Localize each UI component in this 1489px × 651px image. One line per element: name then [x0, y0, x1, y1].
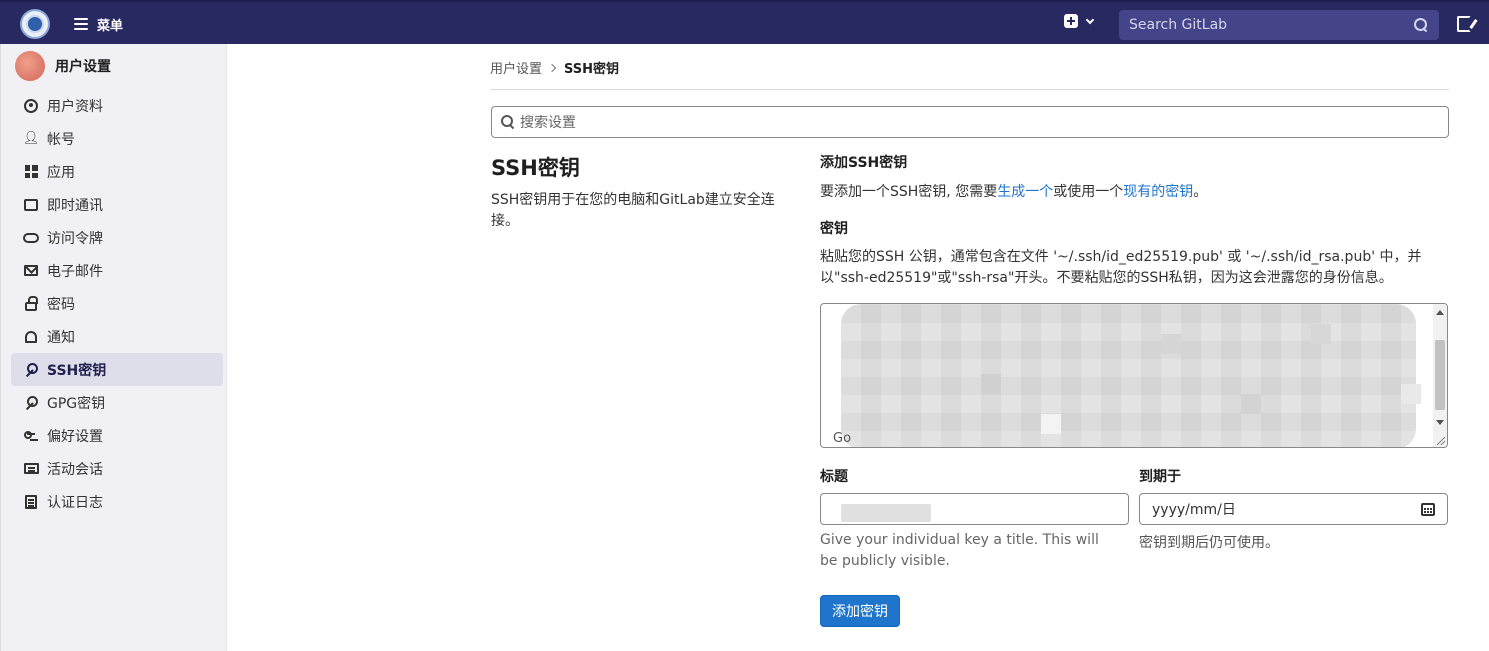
top-navbar: 菜单 Search GitLab [0, 0, 1489, 44]
calendar-icon[interactable] [1421, 502, 1435, 516]
breadcrumb: 用户设置 SSH密钥 [490, 58, 619, 77]
avatar [15, 51, 45, 81]
add-key-desc-suffix: 。 [1193, 184, 1208, 200]
global-search-input[interactable]: Search GitLab [1119, 10, 1439, 40]
add-key-desc-prefix: 要添加一个SSH密钥, 您需要 [820, 184, 998, 200]
mail-icon [23, 263, 39, 279]
settings-sidebar: 用户设置 用户资料 👤︎ 帐号 应用 即时通讯 访问令牌 电子邮件 密码 通知 S… [0, 44, 227, 651]
global-search-placeholder: Search GitLab [1129, 17, 1228, 33]
key-field-label: 密钥 [820, 221, 848, 237]
monitor-icon [23, 461, 39, 477]
expires-placeholder: yyyy/mm/日 [1152, 502, 1236, 518]
search-icon [1413, 17, 1429, 33]
sidebar-item-label: 认证日志 [47, 494, 103, 511]
add-key-description: 要添加一个SSH密钥, 您需要生成一个或使用一个现有的密钥。 [820, 181, 1207, 201]
add-key-heading: 添加SSH密钥 [820, 155, 908, 171]
expires-field-label: 到期于 [1139, 469, 1181, 485]
redacted-key-content [841, 304, 1416, 447]
settings-search-placeholder: 搜索设置 [520, 115, 576, 131]
applications-icon [23, 164, 39, 180]
bell-icon [23, 329, 39, 345]
key-icon [23, 362, 39, 378]
lock-icon [23, 295, 39, 312]
title-field-label: 标题 [820, 469, 848, 485]
chat-icon [23, 197, 39, 213]
logo-emblem [26, 15, 44, 33]
sidebar-item-label: 即时通讯 [47, 197, 103, 214]
settings-search-input[interactable]: 搜索设置 [491, 106, 1449, 138]
generate-key-link[interactable]: 生成一个 [997, 184, 1053, 200]
sidebar-item-access-tokens[interactable]: 访问令牌 [11, 221, 223, 254]
sidebar-item-label: 通知 [47, 329, 75, 346]
search-icon [500, 114, 516, 130]
sidebar-item-label: 帐号 [47, 131, 75, 148]
sidebar-item-ssh-keys[interactable]: SSH密钥 [11, 353, 223, 386]
token-icon [23, 230, 39, 246]
sidebar-item-label: SSH密钥 [47, 362, 107, 379]
account-icon: 👤︎ [22, 131, 40, 146]
sidebar-item-label: 活动会话 [47, 461, 103, 478]
sidebar-item-label: 偏好设置 [47, 428, 103, 445]
sidebar-item-profile[interactable]: 用户资料 [11, 89, 223, 122]
key-text-fragment: Go [833, 431, 852, 446]
sidebar-item-notifications[interactable]: 通知 [11, 320, 223, 353]
scrollbar-thumb[interactable] [1435, 340, 1445, 410]
sidebar-item-label: 电子邮件 [47, 263, 103, 280]
menu-label: 菜单 [97, 18, 124, 34]
key-icon [23, 395, 39, 411]
sidebar-title: 用户设置 [55, 59, 111, 75]
sidebar-item-account[interactable]: 👤︎ 帐号 [11, 122, 223, 155]
gitlab-logo[interactable] [20, 9, 50, 39]
add-key-desc-middle: 或使用一个 [1053, 184, 1124, 200]
key-textarea[interactable]: Go [820, 303, 1448, 448]
sidebar-item-active-sessions[interactable]: 活动会话 [11, 452, 223, 485]
breadcrumb-current[interactable]: SSH密钥 [564, 58, 619, 77]
sidebar-nav: 用户资料 👤︎ 帐号 应用 即时通讯 访问令牌 电子邮件 密码 通知 SSH密钥 … [11, 89, 223, 518]
sidebar-item-label: 访问令牌 [47, 230, 103, 247]
sidebar-item-chat[interactable]: 即时通讯 [11, 188, 223, 221]
sidebar-item-auth-log[interactable]: 认证日志 [11, 485, 223, 518]
scroll-down-arrow-icon[interactable] [1436, 420, 1444, 425]
resize-handle-icon[interactable] [1437, 437, 1445, 445]
log-icon [23, 494, 39, 510]
sidebar-item-emails[interactable]: 电子邮件 [11, 254, 223, 287]
scroll-up-arrow-icon[interactable] [1436, 310, 1444, 315]
breadcrumb-parent-link[interactable]: 用户设置 [490, 58, 542, 77]
sidebar-header[interactable]: 用户设置 [15, 51, 111, 81]
chevron-down-icon [1085, 15, 1095, 24]
header-divider [490, 89, 1449, 90]
todo-edit-icon[interactable] [1457, 16, 1471, 32]
key-field-help: 粘贴您的SSH 公钥，通常包含在文件 '~/.ssh/id_ed25519.pu… [820, 249, 1422, 286]
redacted-title-value [841, 504, 931, 522]
menu-button[interactable]: 菜单 [74, 14, 123, 34]
existing-key-link[interactable]: 现有的密钥 [1123, 184, 1193, 200]
preferences-icon [23, 428, 39, 444]
expires-date-input[interactable]: yyyy/mm/日 [1139, 493, 1448, 525]
title-input[interactable] [820, 493, 1129, 525]
sidebar-item-gpg-keys[interactable]: GPG密钥 [11, 386, 223, 419]
textarea-scrollbar[interactable] [1433, 304, 1447, 447]
section-description: SSH密钥用于在您的电脑和GitLab建立安全连接。 [491, 192, 775, 229]
sidebar-item-label: GPG密钥 [47, 395, 106, 412]
add-key-button[interactable]: 添加密钥 [820, 595, 900, 627]
new-item-dropdown[interactable] [1064, 14, 1095, 28]
title-field-help: Give your individual key a title. This w… [820, 532, 1099, 569]
sidebar-item-label: 用户资料 [47, 98, 103, 115]
hamburger-icon [74, 18, 88, 30]
expires-field-help: 密钥到期后仍可使用。 [1139, 535, 1279, 551]
sidebar-item-label: 密码 [47, 296, 75, 313]
sidebar-item-password[interactable]: 密码 [11, 287, 223, 320]
chevron-right-icon [547, 63, 557, 72]
sidebar-item-label: 应用 [47, 164, 75, 181]
plus-icon [1064, 14, 1078, 28]
page-title: SSH密钥 [491, 156, 580, 180]
sidebar-item-preferences[interactable]: 偏好设置 [11, 419, 223, 452]
profile-icon [23, 98, 39, 114]
sidebar-item-applications[interactable]: 应用 [11, 155, 223, 188]
